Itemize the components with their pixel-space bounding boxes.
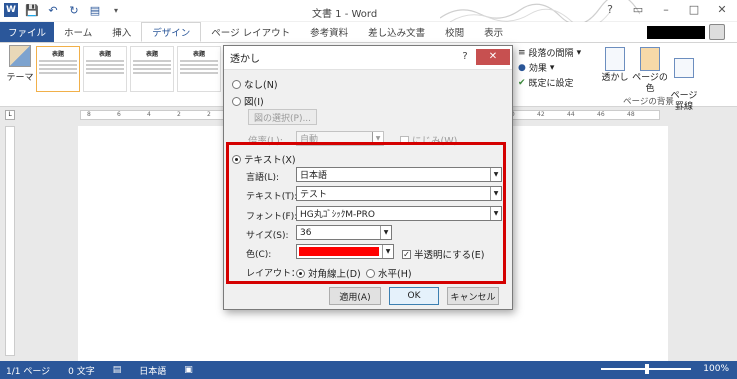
themes-button[interactable]: テーマ: [6, 45, 34, 83]
watermark-button[interactable]: 透かし: [598, 47, 632, 84]
quick-access-toolbar: W 💾 ↶ ↻ ▤ ▾: [4, 3, 123, 17]
no-watermark-radio[interactable]: [232, 79, 241, 89]
style-set-item[interactable]: 表題: [130, 46, 174, 92]
tab-mailings[interactable]: 差し込み文書: [358, 22, 435, 42]
effects-button[interactable]: ● 効果 ▾: [518, 60, 598, 75]
redacted-account-name: [647, 26, 705, 39]
redo-icon[interactable]: ↻: [67, 3, 81, 17]
vertical-ruler[interactable]: [5, 126, 15, 356]
style-set-item[interactable]: 表題: [177, 46, 221, 92]
tab-page-layout[interactable]: ページ レイアウト: [201, 22, 300, 42]
tab-file[interactable]: ファイル: [0, 22, 55, 42]
ruler-mark: 46: [597, 111, 605, 118]
tab-selector[interactable]: L: [5, 110, 15, 120]
style-set-item[interactable]: 表題: [36, 46, 80, 92]
check-circle-icon: ✔: [518, 77, 526, 88]
themes-label: テーマ: [6, 73, 34, 83]
ruler-mark: 48: [627, 111, 635, 118]
ruler-mark: 44: [567, 111, 575, 118]
tab-home[interactable]: ホーム: [54, 22, 102, 42]
ruler-mark: 6: [117, 111, 121, 118]
apply-button[interactable]: 適用(A): [329, 287, 381, 305]
select-picture-row: 図の選択(P)...: [248, 109, 318, 125]
page-color-button[interactable]: ページの色: [630, 47, 670, 95]
picture-watermark-radio[interactable]: [232, 96, 241, 106]
watermark-icon: [605, 47, 625, 71]
page-borders-icon: [674, 58, 694, 78]
help-icon[interactable]: ?: [603, 3, 617, 16]
tab-design[interactable]: デザイン: [141, 22, 202, 42]
ribbon-tabs: ファイル ホーム 挿入 デザイン ページ レイアウト 参考資料 差し込み文書 校…: [0, 22, 737, 42]
style-set-gallery: 表題 表題 表題 表題: [36, 46, 226, 92]
account-avatar-icon[interactable]: [709, 24, 725, 40]
picture-watermark-option[interactable]: 図(I): [232, 94, 264, 108]
chevron-down-icon: ▾: [576, 47, 582, 58]
page-count[interactable]: 1/1 ページ: [6, 364, 50, 377]
tab-references[interactable]: 参考資料: [300, 22, 358, 42]
minimize-icon[interactable]: –: [659, 3, 673, 16]
tab-review[interactable]: 校閲: [435, 22, 474, 42]
tab-view[interactable]: 表示: [474, 22, 513, 42]
tab-insert[interactable]: 挿入: [102, 22, 141, 42]
document-title: 文書 1 - Word: [312, 9, 378, 20]
no-watermark-option[interactable]: なし(N): [232, 77, 278, 91]
style-set-item[interactable]: 表題: [83, 46, 127, 92]
effects-icon: ●: [518, 62, 526, 73]
cancel-button[interactable]: キャンセル: [447, 287, 499, 305]
select-picture-button[interactable]: 図の選択(P)...: [248, 109, 318, 125]
chevron-down-icon: ▾: [549, 62, 555, 73]
ruler-mark: 4: [147, 111, 151, 118]
window-controls: ? ▭ – □ ✕: [603, 3, 729, 16]
status-bar: 1/1 ページ 0 文字 ▤ 日本語 ▣ 100%: [0, 361, 737, 379]
dialog-help-button[interactable]: ?: [456, 49, 474, 65]
ribbon-display-icon[interactable]: ▭: [631, 3, 645, 16]
page-color-icon: [640, 47, 660, 71]
themes-icon: [9, 45, 31, 67]
zoom-slider-knob[interactable]: [645, 364, 649, 374]
customize-qat-icon[interactable]: ▾: [109, 3, 123, 17]
zoom-level[interactable]: 100%: [703, 364, 729, 374]
save-icon[interactable]: 💾: [25, 3, 39, 17]
language-indicator[interactable]: 日本語: [139, 364, 166, 377]
highlight-annotation: [226, 142, 506, 284]
close-icon[interactable]: ✕: [715, 3, 729, 16]
proofing-icon[interactable]: ▤: [113, 365, 122, 375]
ruler-mark: 2: [207, 111, 211, 118]
page-background-group-label: ページの背景: [623, 97, 674, 107]
print-preview-icon[interactable]: ▤: [88, 3, 102, 17]
word-logo-icon: W: [4, 3, 18, 17]
ruler-mark: 42: [537, 111, 545, 118]
page-borders-button[interactable]: ページ 罫線: [670, 47, 698, 113]
document-formatting-options: ≡ 段落の間隔 ▾ ● 効果 ▾ ✔ 既定に設定: [518, 45, 598, 90]
title-bar: W 💾 ↶ ↻ ▤ ▾ 文書 1 - Word ? ▭ – □ ✕: [0, 0, 737, 22]
ruler-mark: 2: [177, 111, 181, 118]
undo-icon[interactable]: ↶: [46, 3, 60, 17]
dialog-close-button[interactable]: ✕: [476, 49, 510, 65]
paragraph-spacing-icon: ≡: [518, 47, 526, 58]
ruler-mark: 8: [87, 111, 91, 118]
macro-recording-icon[interactable]: ▣: [184, 365, 193, 375]
word-count[interactable]: 0 文字: [68, 364, 95, 377]
ok-button[interactable]: OK: [389, 287, 439, 305]
maximize-icon[interactable]: □: [687, 3, 701, 16]
paragraph-spacing-button[interactable]: ≡ 段落の間隔 ▾: [518, 45, 598, 60]
set-default-button[interactable]: ✔ 既定に設定: [518, 75, 598, 90]
